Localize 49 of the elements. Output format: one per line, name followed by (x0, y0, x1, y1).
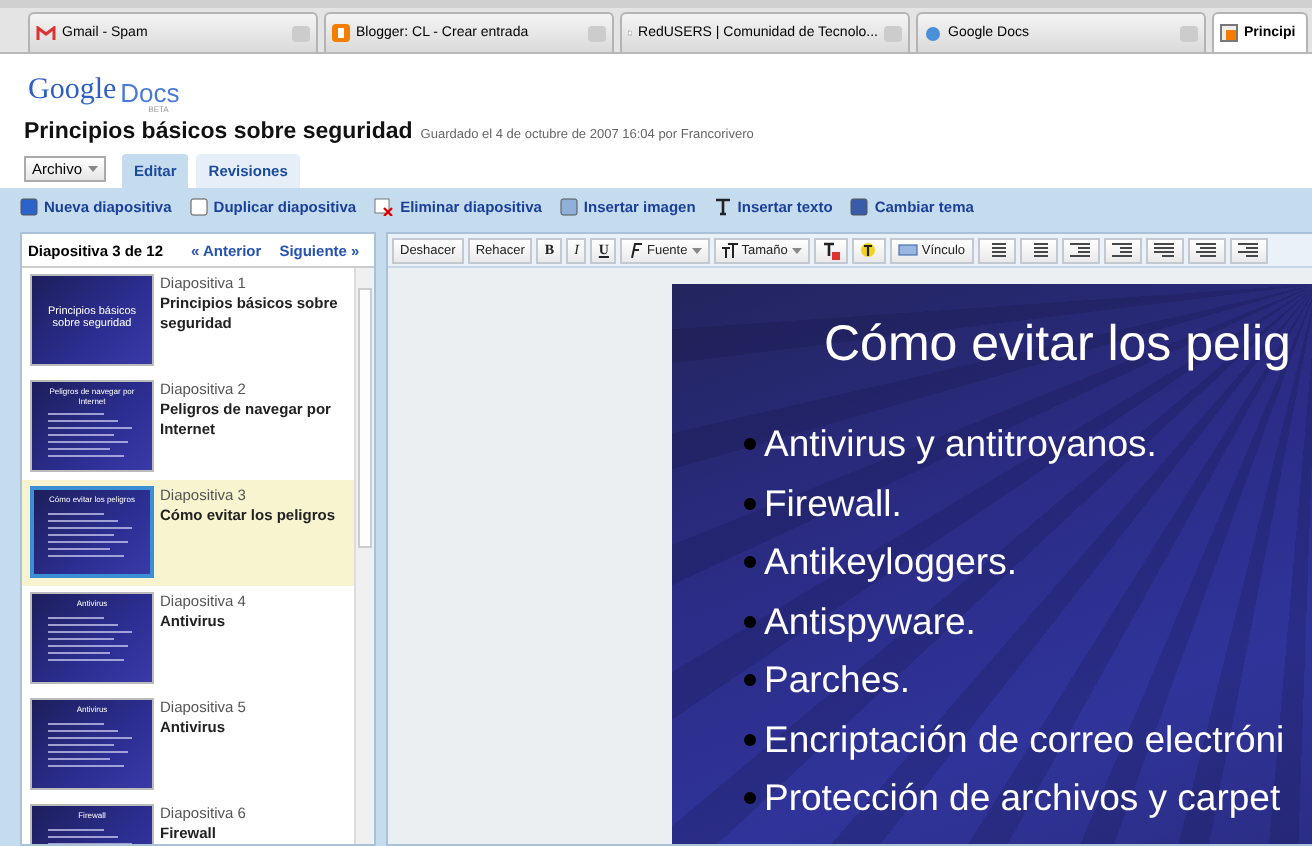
lines-icon (1237, 242, 1260, 258)
lines-icon (1153, 242, 1176, 258)
bullet-dot (744, 556, 756, 568)
indent-button[interactable] (1103, 237, 1142, 263)
bullet-text: Parches. (764, 658, 911, 702)
text-size-icon (721, 242, 738, 258)
logo-brand: Google (28, 74, 117, 108)
bullet-text: Antikeyloggers. (764, 540, 1017, 584)
text-color-icon (821, 241, 840, 259)
document-title: Principios básicos sobre seguridad (24, 120, 413, 144)
slide-heading: Cómo evitar los pelig (824, 316, 1293, 374)
blog-icon (332, 24, 350, 42)
bullet-text: Protección de archivos y carpet (764, 776, 1281, 820)
bullet-dot (744, 792, 756, 804)
font-icon (628, 242, 643, 258)
picture-icon (559, 198, 578, 216)
envelope-icon (36, 25, 56, 41)
caret-icon (691, 247, 702, 253)
caret-icon (88, 166, 99, 172)
bullet-text: Firewall. (764, 481, 902, 525)
new-slide-icon (20, 198, 38, 216)
outdent-button[interactable] (1061, 237, 1100, 263)
duplicate-slide-icon (189, 198, 208, 216)
align-left-button[interactable] (1145, 237, 1184, 263)
theme-icon (850, 198, 869, 216)
align-right-button[interactable] (1229, 237, 1268, 263)
align-center-button[interactable] (1187, 237, 1226, 263)
bullet-dot (744, 733, 756, 745)
numbered-list-button[interactable] (977, 237, 1016, 263)
highlight-button[interactable] (851, 237, 886, 263)
bullet-text: Encriptación de correo electróni (764, 717, 1285, 761)
text-color-button[interactable] (813, 237, 848, 263)
bullet-text: Antispyware. (764, 599, 976, 643)
lines-icon (1069, 242, 1092, 258)
bullet-dot (744, 615, 756, 627)
delete-slide-icon (374, 198, 395, 216)
bullet-dot (744, 497, 756, 509)
bullet-list-button[interactable] (1019, 237, 1058, 263)
text-t-icon (713, 198, 732, 216)
highlighter-icon (859, 241, 878, 259)
caret-icon (791, 247, 802, 253)
bullet-dot (744, 674, 756, 686)
slides-icon (1220, 24, 1238, 42)
lines-icon (1195, 242, 1218, 258)
bullet-text: Antivirus y antitroyanos. (764, 422, 1157, 466)
scrollbar[interactable] (354, 268, 374, 844)
link-icon (897, 244, 918, 256)
bullet-dot (744, 438, 756, 450)
lines-icon (1111, 242, 1134, 258)
